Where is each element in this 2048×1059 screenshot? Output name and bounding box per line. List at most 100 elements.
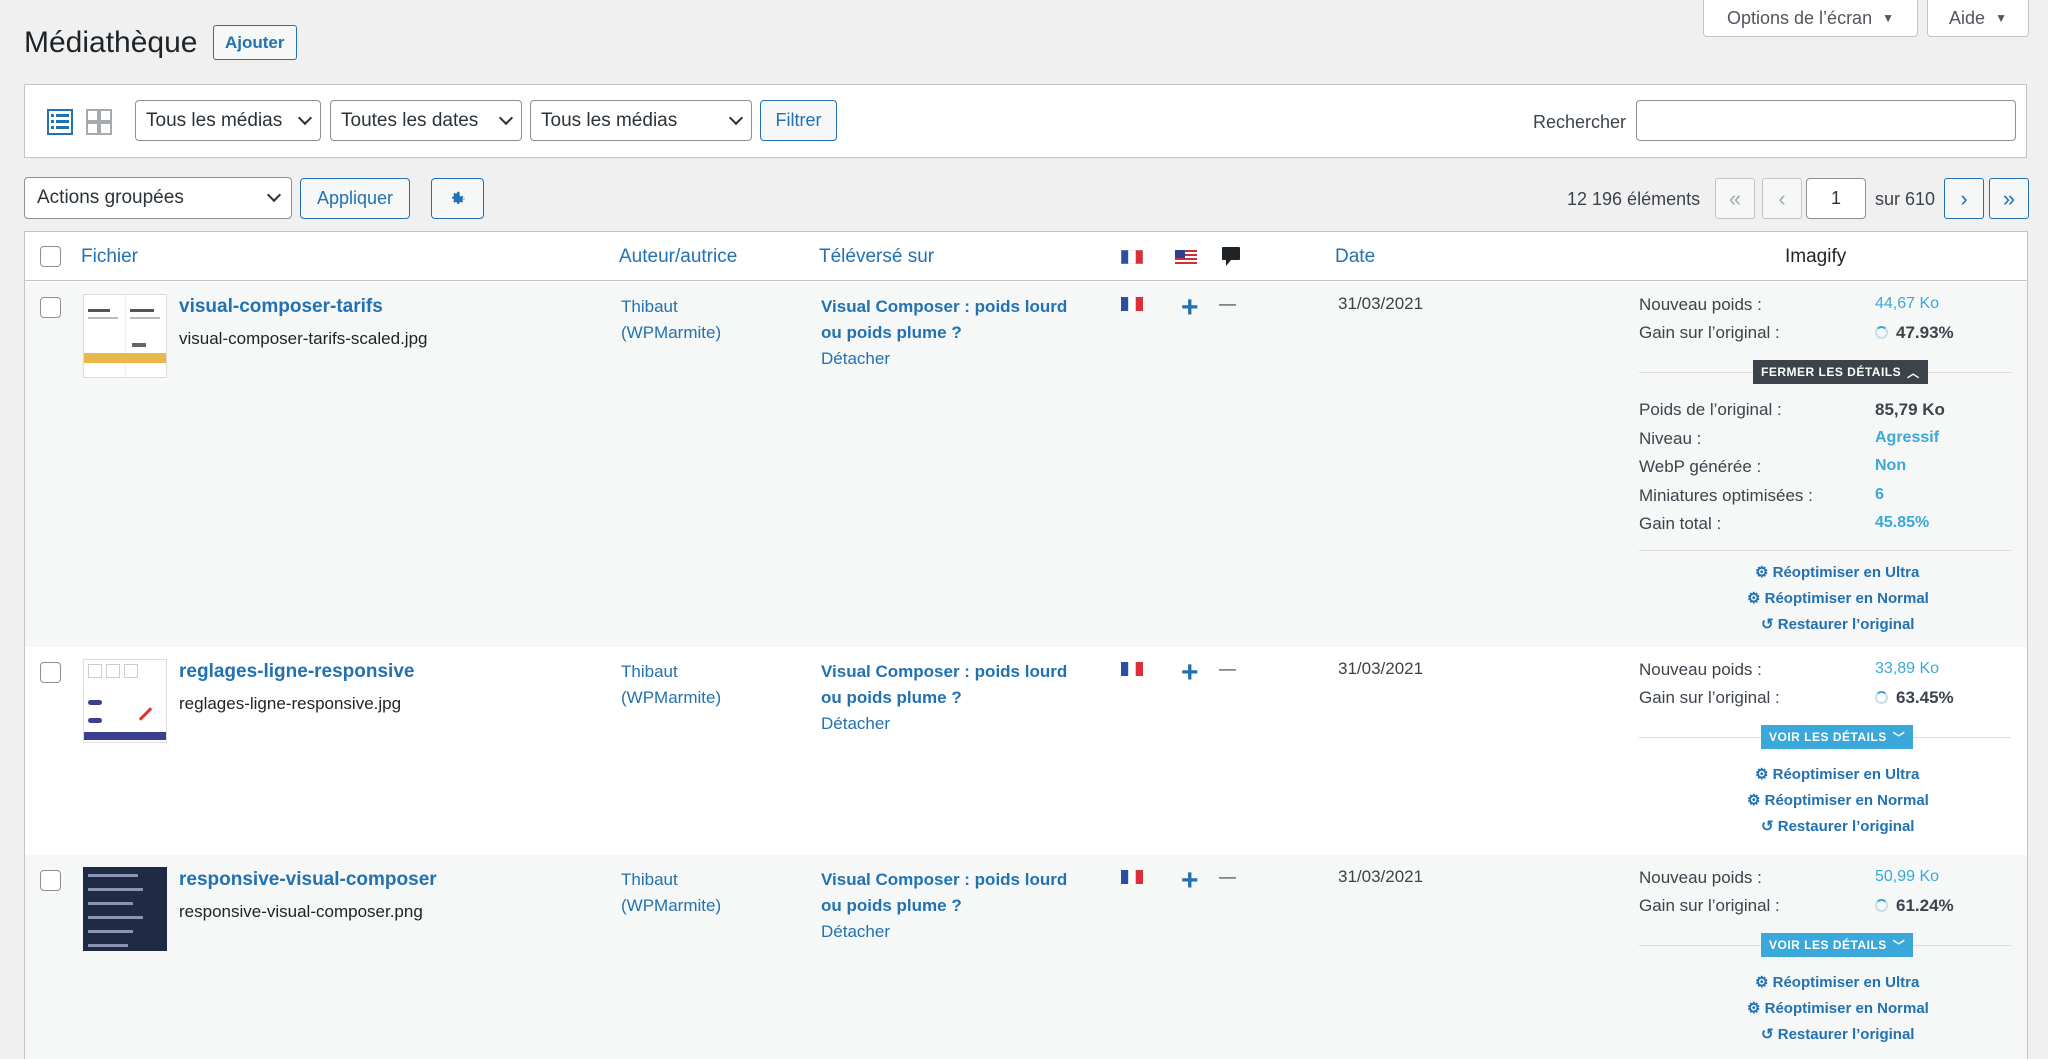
reoptimize-normal-link[interactable]: ⚙ Réoptimiser en Normal — [1747, 589, 1929, 607]
row-checkbox[interactable] — [40, 662, 61, 683]
new-weight-value[interactable]: 50,99 Ko — [1875, 868, 1939, 886]
imagify-panel: Nouveau poids : 44,67 Ko Gain sur l’orig… — [1631, 282, 2027, 647]
restore-original-link[interactable]: ↺ Restaurer l’original — [1761, 1025, 1914, 1043]
screen-options-button[interactable]: Options de l’écran ▼ — [1703, 0, 1918, 37]
row-checkbox[interactable] — [40, 297, 61, 318]
new-weight-value[interactable]: 44,67 Ko — [1875, 295, 1939, 313]
author-link[interactable]: Thibaut — [621, 867, 721, 893]
comment-bubble-icon[interactable] — [1221, 246, 1241, 268]
progress-ring-icon — [1875, 691, 1888, 704]
bulk-actions-select[interactable]: Actions groupées — [24, 177, 292, 219]
reoptimize-ultra-link[interactable]: ⚙ Réoptimiser en Ultra — [1755, 563, 1919, 581]
reoptimize-normal-link[interactable]: ⚙ Réoptimiser en Normal — [1747, 999, 1929, 1017]
column-uploaded[interactable]: Téléversé sur — [819, 246, 934, 268]
current-page-input[interactable]: 1 — [1806, 178, 1866, 219]
comments-count: — — [1219, 659, 1236, 678]
total-pages: sur 610 — [1875, 189, 1936, 209]
add-media-button[interactable]: Ajouter — [213, 25, 297, 60]
bulk-settings-button[interactable] — [431, 178, 484, 219]
progress-ring-icon — [1875, 326, 1888, 339]
apply-button[interactable]: Appliquer — [300, 178, 410, 219]
filter-bar: Tous les médias Toutes les dates Tous le… — [24, 84, 2027, 158]
author-link-suffix[interactable]: (WPMarmite) — [621, 893, 721, 919]
attached-post-link-cont[interactable]: ou poids plume ? — [821, 320, 1091, 346]
view-details-button[interactable]: VOIR LES DÉTAILS ﹀ — [1761, 725, 1914, 749]
column-file[interactable]: Fichier — [81, 246, 138, 268]
column-author[interactable]: Auteur/autrice — [619, 246, 737, 268]
media-filter-select-value: Tous les médias — [541, 109, 678, 131]
next-page-button[interactable]: › — [1944, 178, 1984, 219]
total-gain-label: Gain total : — [1639, 514, 1722, 533]
add-translation-icon[interactable]: + — [1181, 293, 1199, 323]
attached-post-link-cont[interactable]: ou poids plume ? — [821, 893, 1091, 919]
media-table: Fichier Auteur/autrice Téléversé sur Dat… — [24, 231, 2028, 1059]
search-input[interactable] — [1636, 100, 2016, 141]
flag-fr-icon — [1121, 662, 1143, 676]
author-link-suffix[interactable]: (WPMarmite) — [621, 685, 721, 711]
media-thumbnail[interactable] — [83, 867, 167, 951]
date-select-value: Toutes les dates — [341, 109, 479, 131]
author-link-suffix[interactable]: (WPMarmite) — [621, 320, 721, 346]
search-label: Rechercher — [1533, 112, 1627, 132]
level-label: Niveau : — [1639, 429, 1702, 448]
author-link[interactable]: Thibaut — [621, 294, 721, 320]
items-count: 12 196 éléments — [1567, 189, 1701, 209]
gear-icon: ⚙ — [1755, 974, 1773, 991]
media-date: 31/03/2021 — [1338, 867, 1424, 886]
prev-page-button[interactable]: ‹ — [1762, 178, 1802, 219]
detach-link[interactable]: Détacher — [821, 711, 1091, 737]
view-details-button[interactable]: VOIR LES DÉTAILS ﹀ — [1761, 933, 1914, 957]
comments-count: — — [1219, 867, 1236, 886]
restore-original-link[interactable]: ↺ Restaurer l’original — [1761, 615, 1914, 633]
chevron-down-icon — [728, 110, 744, 125]
media-filter-select[interactable]: Tous les médias — [530, 100, 752, 141]
author-link[interactable]: Thibaut — [621, 659, 721, 685]
last-page-button[interactable]: » — [1989, 178, 2029, 219]
caret-down-icon: ▼ — [1995, 11, 2007, 25]
attached-post-link[interactable]: Visual Composer : poids lourd — [821, 294, 1091, 320]
attached-post-link[interactable]: Visual Composer : poids lourd — [821, 659, 1091, 685]
list-view-icon[interactable] — [47, 109, 73, 135]
row-checkbox[interactable] — [40, 870, 61, 891]
media-title-link[interactable]: responsive-visual-composer — [179, 869, 437, 891]
media-title-link[interactable]: visual-composer-tarifs — [179, 296, 383, 318]
column-date[interactable]: Date — [1335, 246, 1375, 268]
media-date: 31/03/2021 — [1338, 294, 1424, 313]
gear-icon: ⚙ — [1747, 1000, 1765, 1017]
attached-post-link[interactable]: Visual Composer : poids lourd — [821, 867, 1091, 893]
add-translation-icon[interactable]: + — [1181, 658, 1199, 688]
gain-label: Gain sur l’original : — [1639, 896, 1780, 915]
filter-button[interactable]: Filtrer — [760, 100, 837, 141]
reoptimize-ultra-link[interactable]: ⚙ Réoptimiser en Ultra — [1755, 765, 1919, 783]
gain-label: Gain sur l’original : — [1639, 688, 1780, 707]
media-title-link[interactable]: reglages-ligne-responsive — [179, 661, 414, 683]
add-translation-icon[interactable]: + — [1181, 866, 1199, 896]
first-page-button[interactable]: « — [1715, 178, 1755, 219]
close-details-button[interactable]: FERMER LES DÉTAILS ︿ — [1753, 360, 1928, 384]
reoptimize-normal-link[interactable]: ⚙ Réoptimiser en Normal — [1747, 791, 1929, 809]
media-thumbnail[interactable] — [83, 294, 167, 378]
restore-original-link[interactable]: ↺ Restaurer l’original — [1761, 817, 1914, 835]
media-type-select-value: Tous les médias — [146, 109, 283, 131]
gear-icon: ⚙ — [1755, 766, 1773, 783]
undo-icon: ↺ — [1761, 616, 1778, 633]
reoptimize-ultra-link[interactable]: ⚙ Réoptimiser en Ultra — [1755, 973, 1919, 991]
total-gain-value: 45.85% — [1875, 514, 1930, 531]
thumbnails-value: 6 — [1875, 486, 1884, 503]
level-value: Agressif — [1875, 429, 1940, 446]
date-select[interactable]: Toutes les dates — [330, 100, 522, 141]
detach-link[interactable]: Détacher — [821, 919, 1091, 945]
chevron-down-icon — [266, 187, 282, 203]
column-imagify: Imagify — [1785, 246, 1847, 267]
new-weight-value[interactable]: 33,89 Ko — [1875, 660, 1939, 678]
detach-link[interactable]: Détacher — [821, 346, 1091, 372]
grid-view-icon[interactable] — [86, 109, 112, 135]
media-type-select[interactable]: Tous les médias — [135, 100, 321, 141]
chevron-down-icon — [297, 110, 313, 125]
gain-value-text: 47.93% — [1896, 323, 1954, 342]
media-thumbnail[interactable] — [83, 659, 167, 743]
attached-post-link-cont[interactable]: ou poids plume ? — [821, 685, 1091, 711]
gain-value: 61.24% — [1875, 896, 1954, 916]
help-button[interactable]: Aide ▼ — [1927, 0, 2029, 37]
select-all-checkbox[interactable] — [40, 246, 61, 267]
